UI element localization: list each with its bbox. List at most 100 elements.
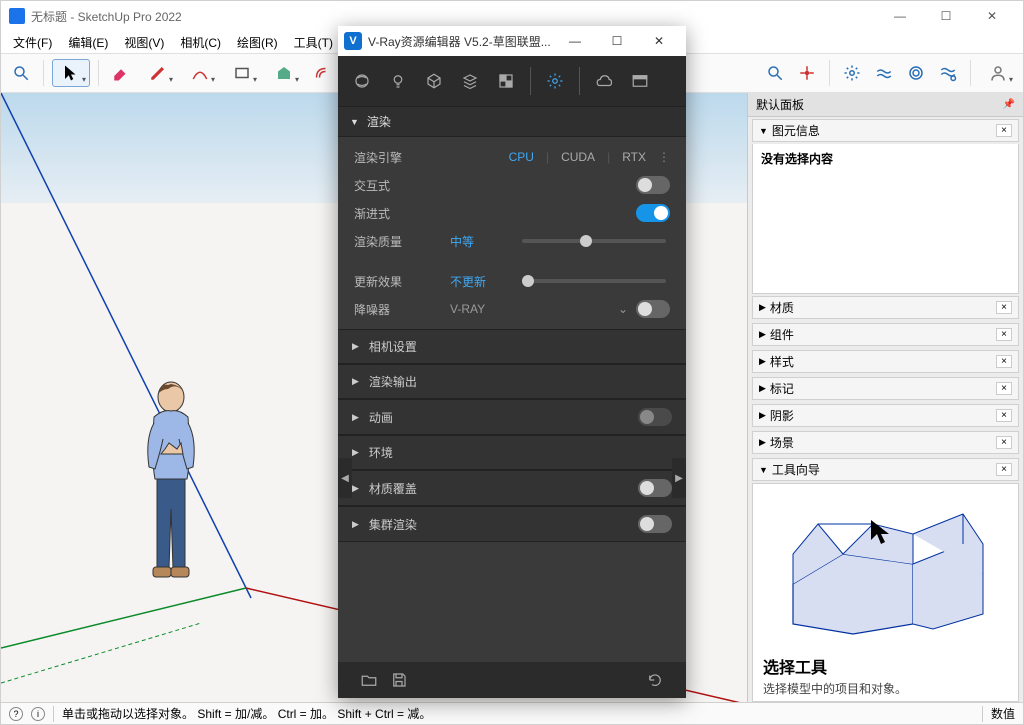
select-tool[interactable] xyxy=(52,59,90,87)
vray-titlebar[interactable]: V V-Ray资源编辑器 V5.2-草图联盟... — ☐ ✕ xyxy=(338,26,686,56)
toggle-progressive[interactable] xyxy=(636,204,670,222)
section-close-icon[interactable]: × xyxy=(996,382,1012,395)
vray-collapse-right[interactable]: ▶ xyxy=(672,458,686,498)
vray-close-button[interactable]: ✕ xyxy=(638,26,680,56)
toggle-swarm[interactable] xyxy=(638,515,672,533)
tab-settings-icon[interactable] xyxy=(537,63,573,99)
section-shadows[interactable]: ▶阴影× xyxy=(752,404,1019,427)
engine-cpu[interactable]: CPU xyxy=(509,150,534,164)
tab-render-icon[interactable] xyxy=(586,63,622,99)
pin-icon[interactable]: 📌 xyxy=(1003,99,1015,110)
user-icon[interactable] xyxy=(979,59,1017,87)
section-close-icon[interactable]: × xyxy=(996,124,1012,137)
zoom-tool[interactable] xyxy=(761,59,789,87)
vray-body: ◀ ▶ ▼ 渲染 渲染引擎 CPU | CUDA | RTX ⋮ 交互式 xyxy=(338,106,686,662)
vray-dialog[interactable]: V V-Ray资源编辑器 V5.2-草图联盟... — ☐ ✕ xyxy=(338,26,686,698)
section-close-icon[interactable]: × xyxy=(996,436,1012,449)
engine-cuda[interactable]: CUDA xyxy=(561,150,595,164)
section-materials[interactable]: ▶材质× xyxy=(752,296,1019,319)
menu-camera[interactable]: 相机(C) xyxy=(172,32,229,53)
accordion-material-override[interactable]: ▶材质覆盖 xyxy=(338,470,686,506)
accordion-swarm[interactable]: ▶集群渲染 xyxy=(338,506,686,542)
quality-slider[interactable] xyxy=(522,239,666,243)
toggle-material-override[interactable] xyxy=(638,479,672,497)
update-value: 不更新 xyxy=(450,273,510,290)
accordion-camera[interactable]: ▶相机设置 xyxy=(338,329,686,364)
right-panel: 默认面板 📌 ▼ 图元信息 × 没有选择内容 ▶材质× ▶组件× ▶样式× ▶标… xyxy=(747,93,1023,702)
menu-file[interactable]: 文件(F) xyxy=(5,32,60,53)
waves-icon[interactable] xyxy=(870,59,898,87)
instructor-illustration xyxy=(783,494,993,644)
section-render[interactable]: ▼ 渲染 xyxy=(338,106,686,137)
section-close-icon[interactable]: × xyxy=(996,355,1012,368)
row-denoiser: 降噪器 V-RAY ⌄ xyxy=(354,295,670,323)
eraser-tool[interactable] xyxy=(107,59,135,87)
vray-tabs xyxy=(338,56,686,106)
default-panel-title: 默认面板 xyxy=(756,96,804,113)
rectangle-tool[interactable] xyxy=(223,59,261,87)
toggle-animation[interactable] xyxy=(638,408,672,426)
no-selection-text: 没有选择内容 xyxy=(761,152,833,166)
toggle-interactive[interactable] xyxy=(636,176,670,194)
help-icon[interactable]: i xyxy=(31,707,45,721)
app-icon xyxy=(9,8,25,24)
instructor-body: 选择工具 选择模型中的项目和对象。 工具操作 1 点击项目或对象 xyxy=(752,483,1019,702)
section-close-icon[interactable]: × xyxy=(996,301,1012,314)
menu-draw[interactable]: 绘图(R) xyxy=(229,32,286,53)
tab-materials-icon[interactable] xyxy=(344,63,380,99)
save-icon[interactable] xyxy=(384,665,414,695)
toggle-denoiser[interactable] xyxy=(636,300,670,318)
row-render-engine: 渲染引擎 CPU | CUDA | RTX ⋮ xyxy=(354,143,670,171)
menu-view[interactable]: 视图(V) xyxy=(116,32,172,53)
offset-tool[interactable] xyxy=(307,59,335,87)
section-close-icon[interactable]: × xyxy=(996,409,1012,422)
engine-rtx[interactable]: RTX xyxy=(622,150,646,164)
accordion-animation[interactable]: ▶动画 xyxy=(338,399,686,435)
accordion-output[interactable]: ▶渲染输出 xyxy=(338,364,686,399)
section-close-icon[interactable]: × xyxy=(996,328,1012,341)
accordion-environment[interactable]: ▶环境 xyxy=(338,435,686,470)
section-tags[interactable]: ▶标记× xyxy=(752,377,1019,400)
update-slider[interactable] xyxy=(522,279,666,283)
default-panel-header[interactable]: 默认面板 📌 xyxy=(748,93,1023,117)
instructor-title: 选择工具 xyxy=(763,654,1008,678)
pencil-tool[interactable] xyxy=(139,59,177,87)
pushpull-tool[interactable] xyxy=(265,59,303,87)
tab-framebuffer-icon[interactable] xyxy=(622,63,658,99)
vray-maximize-button[interactable]: ☐ xyxy=(596,26,638,56)
section-entity-info[interactable]: ▼ 图元信息 × xyxy=(752,119,1019,142)
vray-collapse-left[interactable]: ◀ xyxy=(338,458,352,498)
section-instructor[interactable]: ▼工具向导× xyxy=(752,458,1019,481)
vray-minimize-button[interactable]: — xyxy=(554,26,596,56)
minimize-button[interactable]: — xyxy=(877,1,923,31)
folder-icon[interactable] xyxy=(354,665,384,695)
search-icon[interactable] xyxy=(7,59,35,87)
gear-icon[interactable] xyxy=(838,59,866,87)
entity-info-title: 图元信息 xyxy=(772,122,820,139)
row-quality: 渲染质量 中等 xyxy=(354,227,670,255)
section-close-icon[interactable]: × xyxy=(996,463,1012,476)
value-label: 数值 xyxy=(991,705,1015,722)
section-scenes[interactable]: ▶场景× xyxy=(752,431,1019,454)
info-icon[interactable]: ? xyxy=(9,707,23,721)
gear2-icon[interactable] xyxy=(902,59,930,87)
row-update: 更新效果 不更新 xyxy=(354,267,670,295)
section-components[interactable]: ▶组件× xyxy=(752,323,1019,346)
menu-tools[interactable]: 工具(T) xyxy=(286,32,341,53)
quality-value: 中等 xyxy=(450,233,510,250)
waves2-icon[interactable] xyxy=(934,59,962,87)
maximize-button[interactable]: ☐ xyxy=(923,1,969,31)
target-icon[interactable] xyxy=(793,59,821,87)
tab-textures-icon[interactable] xyxy=(488,63,524,99)
menu-edit[interactable]: 编辑(E) xyxy=(60,32,116,53)
arc-tool[interactable] xyxy=(181,59,219,87)
tab-layers-icon[interactable] xyxy=(452,63,488,99)
denoiser-value: V-RAY xyxy=(450,302,618,316)
tab-lights-icon[interactable] xyxy=(380,63,416,99)
chevron-down-icon[interactable]: ⌄ xyxy=(618,302,628,316)
revert-icon[interactable] xyxy=(640,665,670,695)
tab-geometry-icon[interactable] xyxy=(416,63,452,99)
section-styles[interactable]: ▶样式× xyxy=(752,350,1019,373)
status-hint: 单击或拖动以选择对象。 Shift = 加/减。 Ctrl = 加。 Shift… xyxy=(62,705,431,722)
close-button[interactable]: ✕ xyxy=(969,1,1015,31)
